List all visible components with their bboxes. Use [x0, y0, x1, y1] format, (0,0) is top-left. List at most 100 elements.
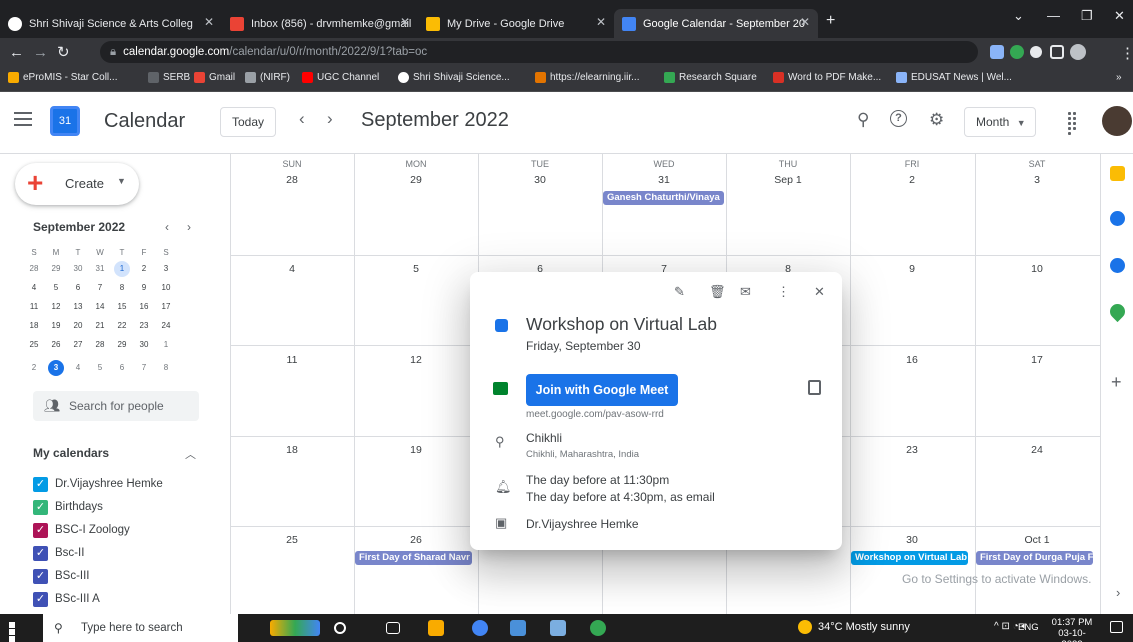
copy-icon[interactable] — [808, 380, 821, 395]
profile-avatar[interactable] — [1070, 44, 1086, 60]
day-number[interactable]: 16 — [850, 354, 974, 366]
mini-day[interactable]: 8 — [114, 280, 130, 296]
mini-next-icon[interactable]: › — [187, 220, 191, 234]
join-meet-button[interactable]: Join with Google Meet — [526, 374, 678, 406]
browser-tab[interactable]: Shri Shivaji Science & Arts Colleg ✕ — [0, 9, 222, 38]
bookmark-item[interactable]: Word to PDF Make... — [773, 72, 881, 83]
account-avatar[interactable] — [1102, 106, 1132, 136]
checkbox-checked-icon[interactable]: ✓ — [33, 546, 48, 561]
bookmark-item[interactable]: Gmail — [194, 72, 235, 83]
more-options-icon[interactable]: ⋮ — [777, 284, 790, 300]
delete-icon[interactable]: 🗑︎ — [709, 284, 726, 300]
notification-icon[interactable] — [1110, 621, 1123, 633]
mini-day[interactable]: 10 — [158, 280, 174, 296]
search-icon[interactable]: ⚲ — [857, 110, 869, 130]
mini-day[interactable]: 12 — [48, 299, 64, 315]
side-panel-icon[interactable] — [1050, 45, 1064, 59]
close-icon[interactable]: ✕ — [814, 284, 825, 300]
apps-grid-icon[interactable] — [1068, 112, 1082, 135]
bookmark-item[interactable]: eProMIS - Star Coll... — [8, 72, 117, 83]
mini-day[interactable]: 2 — [26, 360, 42, 376]
day-number[interactable]: 12 — [354, 354, 478, 366]
mini-day[interactable]: 15 — [114, 299, 130, 315]
maps-icon[interactable] — [1106, 300, 1129, 323]
tasks-icon[interactable] — [1110, 211, 1125, 226]
bookmark-item[interactable]: https://elearning.iir... — [535, 72, 640, 83]
more-bookmarks-icon[interactable]: » — [1116, 72, 1122, 83]
day-number[interactable]: 23 — [850, 444, 974, 456]
event-chip[interactable]: First Day of Sharad Navr — [355, 551, 472, 565]
next-period-icon[interactable]: › — [327, 109, 333, 129]
day-number[interactable]: 31 — [602, 174, 726, 186]
today-button[interactable]: Today — [220, 107, 276, 137]
checkbox-checked-icon[interactable]: ✓ — [33, 592, 48, 607]
reload-icon[interactable]: ↻ — [57, 43, 70, 61]
mini-day[interactable]: 2 — [136, 261, 152, 277]
mini-day-today[interactable]: 3 — [48, 360, 64, 376]
mini-day[interactable]: 3 — [158, 261, 174, 277]
bookmark-item[interactable]: SERB — [148, 72, 190, 83]
mini-day[interactable]: 26 — [48, 337, 64, 353]
mini-day[interactable]: 30 — [70, 261, 86, 277]
chrome-icon[interactable] — [472, 620, 488, 636]
day-number[interactable]: 30 — [478, 174, 602, 186]
mini-day[interactable]: 7 — [92, 280, 108, 296]
checkbox-checked-icon[interactable]: ✓ — [33, 523, 48, 538]
tab-close-icon[interactable]: ✕ — [596, 15, 606, 29]
meet-url[interactable]: meet.google.com/pav-asow-rrd — [526, 409, 664, 420]
puzzle-extensions-icon[interactable] — [1030, 46, 1042, 58]
mini-day[interactable]: 7 — [136, 360, 152, 376]
mini-day[interactable]: 8 — [158, 360, 174, 376]
back-icon[interactable]: ← — [9, 44, 24, 61]
mini-day[interactable]: 30 — [136, 337, 152, 353]
tab-close-icon[interactable]: ✕ — [400, 15, 410, 29]
mini-day[interactable]: 4 — [26, 280, 42, 296]
day-number[interactable]: 10 — [975, 263, 1099, 275]
mini-day[interactable]: 5 — [48, 280, 64, 296]
weather-widget[interactable]: 34°C Mostly sunny — [798, 620, 910, 634]
mini-day[interactable]: 28 — [92, 337, 108, 353]
bookmark-item[interactable]: Shri Shivaji Science... — [398, 72, 510, 83]
paint-icon[interactable] — [550, 620, 566, 636]
mini-day[interactable]: 13 — [70, 299, 86, 315]
tab-close-icon[interactable]: ✕ — [204, 15, 214, 29]
day-number[interactable]: Sep 1 — [726, 174, 850, 186]
mini-day[interactable]: 6 — [70, 280, 86, 296]
new-tab-icon[interactable]: + — [826, 12, 835, 30]
day-number[interactable]: 29 — [354, 174, 478, 186]
day-number[interactable]: 30 — [850, 534, 974, 546]
extension-icon[interactable] — [990, 45, 1004, 59]
mini-day[interactable]: 31 — [92, 261, 108, 277]
mini-day[interactable]: 19 — [48, 318, 64, 334]
day-number[interactable]: 19 — [354, 444, 478, 456]
bookmark-item[interactable]: Research Square — [664, 72, 757, 83]
day-number[interactable]: 18 — [230, 444, 354, 456]
checkbox-checked-icon[interactable]: ✓ — [33, 500, 48, 515]
tab-close-icon[interactable]: ✕ — [800, 15, 810, 29]
day-number[interactable]: 5 — [354, 263, 478, 275]
event-chip[interactable]: Workshop on Virtual Lab — [851, 551, 968, 565]
day-number[interactable]: 25 — [230, 534, 354, 546]
edit-icon[interactable]: ✎ — [674, 284, 685, 300]
mini-day[interactable]: 29 — [48, 261, 64, 277]
restore-icon[interactable]: ❐ — [1081, 8, 1093, 24]
create-button[interactable]: + Create ▼ — [15, 163, 139, 205]
mini-day[interactable]: 28 — [26, 261, 42, 277]
day-number[interactable]: 11 — [230, 354, 354, 366]
mini-day[interactable]: 25 — [26, 337, 42, 353]
forward-icon[interactable]: → — [33, 44, 48, 61]
app-icon[interactable] — [510, 620, 526, 636]
main-menu-icon[interactable] — [14, 112, 32, 126]
chevron-right-icon[interactable]: › — [1116, 585, 1120, 600]
mini-day[interactable]: 6 — [114, 360, 130, 376]
mini-day[interactable]: 22 — [114, 318, 130, 334]
day-number[interactable]: 4 — [230, 263, 354, 275]
task-view-icon[interactable] — [386, 622, 400, 634]
mini-day[interactable]: 1 — [158, 337, 174, 353]
mini-day[interactable]: 16 — [136, 299, 152, 315]
help-icon[interactable]: ? — [890, 110, 907, 127]
tab-search-icon[interactable]: ⌄ — [1013, 8, 1024, 24]
browser-menu-icon[interactable]: ⋮ — [1120, 44, 1133, 62]
mini-day[interactable]: 9 — [136, 280, 152, 296]
search-highlight-icon[interactable] — [270, 620, 320, 636]
